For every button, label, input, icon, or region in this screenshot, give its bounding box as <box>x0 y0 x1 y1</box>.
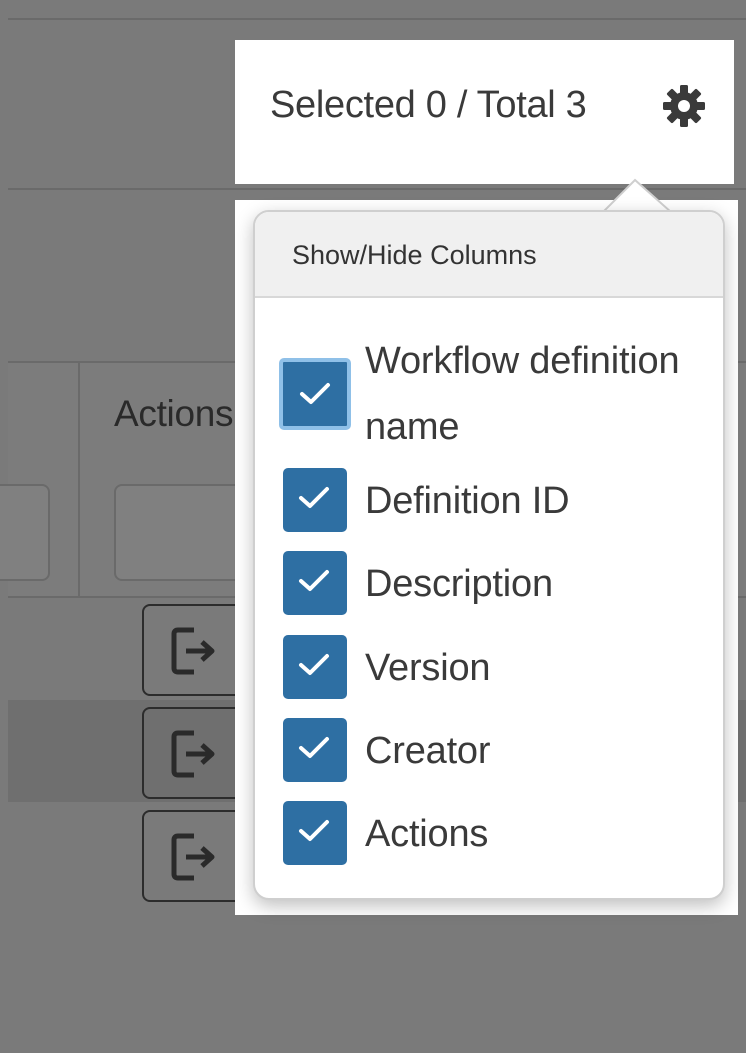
table-toolbar: Selected 0 / Total 3 <box>235 40 734 184</box>
check-icon <box>299 737 329 758</box>
checkbox[interactable] <box>283 801 347 865</box>
check-icon <box>300 383 330 404</box>
checkbox[interactable] <box>283 635 347 699</box>
column-option-actions[interactable]: Actions <box>279 801 699 867</box>
check-icon <box>299 654 329 675</box>
column-option-description[interactable]: Description <box>279 551 699 617</box>
column-option-label: Description <box>365 563 553 605</box>
gear-icon[interactable] <box>662 84 706 128</box>
checkbox[interactable] <box>283 551 347 615</box>
sign-out-icon <box>171 833 215 881</box>
column-option-label: Actions <box>365 813 489 855</box>
column-visibility-popover: Show/Hide Columns Workflow definition na… <box>253 210 725 900</box>
checkbox[interactable] <box>283 468 347 532</box>
column-filter-input[interactable] <box>0 484 50 581</box>
popover-title: Show/Hide Columns <box>292 240 537 270</box>
popover-header: Show/Hide Columns <box>255 212 723 298</box>
column-option-version[interactable]: Version <box>279 635 699 701</box>
column-option-label: Version <box>365 647 491 689</box>
column-option-label: Creator <box>365 730 491 772</box>
check-icon <box>299 487 329 508</box>
column-option-workflow-definition-name[interactable]: Workflow definition name <box>279 328 699 448</box>
column-option-label: Workflow definition name <box>365 340 680 448</box>
sign-out-icon <box>171 627 215 675</box>
sign-out-icon <box>171 730 215 778</box>
actions-column-header[interactable]: Actions <box>114 393 234 435</box>
column-option-creator[interactable]: Creator <box>279 718 699 784</box>
column-option-label: Definition ID <box>365 480 570 522</box>
column-divider <box>78 362 80 598</box>
divider <box>8 18 746 20</box>
check-icon <box>299 570 329 591</box>
column-option-definition-id[interactable]: Definition ID <box>279 468 699 534</box>
checkbox[interactable] <box>279 358 351 430</box>
check-icon <box>299 820 329 841</box>
checkbox[interactable] <box>283 718 347 782</box>
popover-arrow <box>603 178 673 214</box>
selection-summary: Selected 0 / Total 3 <box>270 84 587 126</box>
